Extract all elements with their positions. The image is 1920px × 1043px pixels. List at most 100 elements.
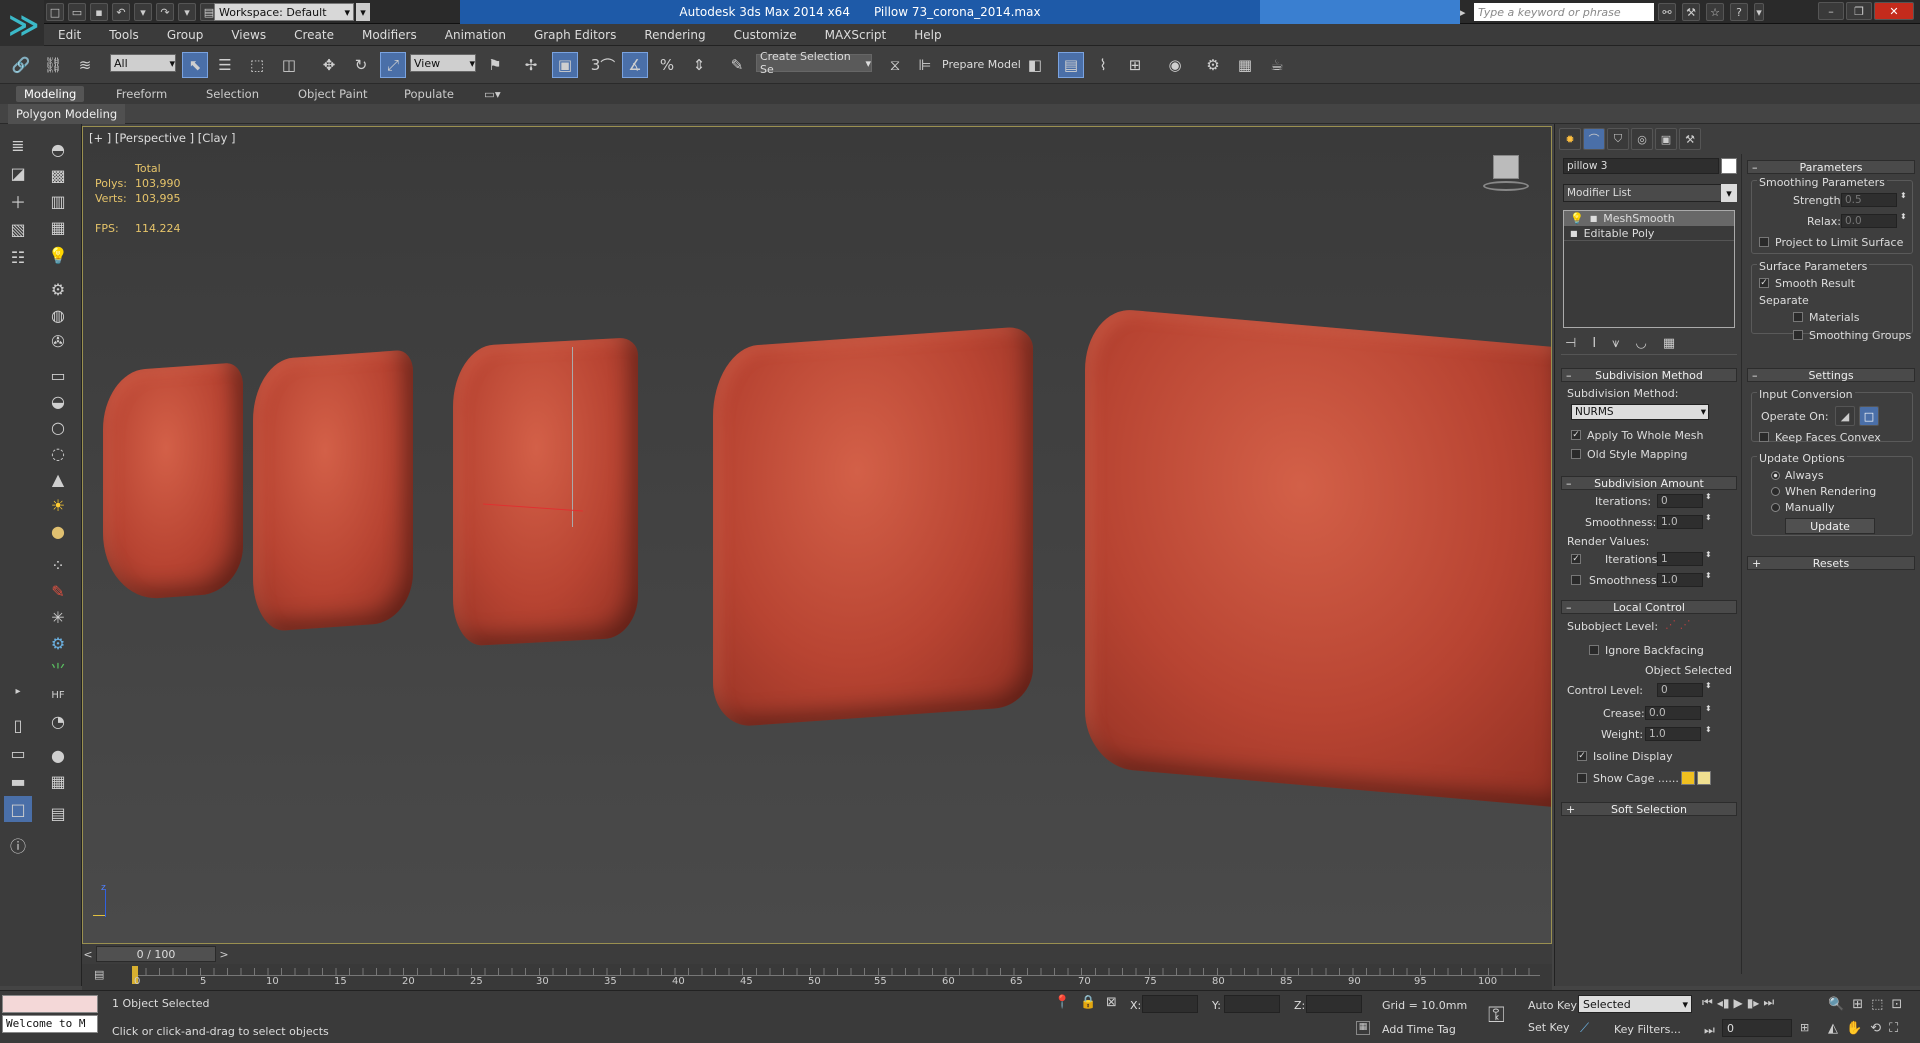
menu-graph-editors[interactable]: Graph Editors	[520, 24, 630, 46]
spinner-arrows-icon[interactable]: ⬍	[1900, 191, 1907, 200]
document-icon[interactable]: ▥	[44, 188, 72, 214]
light-bulb-icon[interactable]: 💡	[44, 242, 72, 268]
rendered-frame-window-icon[interactable]: ▦	[1232, 52, 1258, 78]
toggle-ribbon-icon[interactable]: ▤	[1058, 52, 1084, 78]
help-circle-icon[interactable]: ⓘ	[4, 832, 32, 858]
keyboard-shortcut-override-icon[interactable]: ▣	[552, 52, 578, 78]
torus-icon[interactable]: ◌	[44, 440, 72, 466]
modify-tab-icon[interactable]: ⌒	[1583, 128, 1605, 150]
render-teapot-icon[interactable]: ☕	[1264, 52, 1290, 78]
next-frame-icon[interactable]: ▮▸	[1747, 996, 1760, 1010]
scene-explorer-icon[interactable]: ≣	[4, 132, 32, 158]
rectangular-selection-icon[interactable]: ⬚	[244, 52, 270, 78]
object-color-swatch[interactable]	[1721, 158, 1737, 174]
viewport-layout-2-icon[interactable]: ▭	[4, 740, 32, 766]
key-mode-toggle-icon[interactable]: ⏭	[1704, 1023, 1715, 1038]
add-time-tag[interactable]: Add Time Tag	[1382, 1023, 1456, 1036]
when-rendering-radio[interactable]	[1771, 487, 1780, 496]
go-to-end-icon[interactable]: ⏭	[1763, 995, 1774, 1010]
tab-object-paint[interactable]: Object Paint	[290, 86, 376, 102]
spinner-arrows-icon[interactable]: ⬍	[1705, 513, 1712, 522]
binoculars-icon[interactable]: ⚯	[1658, 3, 1676, 21]
render-iterations-spinner[interactable]: 1	[1657, 552, 1703, 566]
link-icon[interactable]: 🔗	[8, 52, 34, 78]
tab-populate[interactable]: Populate	[396, 86, 462, 102]
remove-modifier-icon[interactable]: ◡	[1636, 336, 1647, 351]
local-control-rollout[interactable]: – Local Control	[1561, 600, 1737, 614]
pillow-2[interactable]	[253, 349, 413, 633]
stack-item-editable-poly[interactable]: ■ Editable Poly	[1564, 226, 1734, 241]
default-tangents-icon[interactable]: ⟋	[1580, 1021, 1589, 1036]
pin-stack-icon[interactable]: ⊣	[1565, 336, 1576, 351]
pillow-4[interactable]	[713, 325, 1033, 729]
render-smoothness-checkbox[interactable]	[1571, 575, 1581, 585]
object-name-input[interactable]: pillow 3	[1563, 158, 1719, 174]
explorer-filter-icon[interactable]: ☷	[4, 244, 32, 270]
paint-icon[interactable]: ✎	[44, 578, 72, 604]
spinner-arrows-icon[interactable]: ⬍	[1705, 681, 1712, 690]
cage-color-swatch-1[interactable]	[1681, 771, 1695, 785]
menu-group[interactable]: Group	[153, 24, 218, 46]
go-to-start-icon[interactable]: ⏮	[1702, 995, 1713, 1010]
iterations-spinner[interactable]: 0	[1657, 494, 1703, 508]
operate-on-triangles-icon[interactable]: ◢	[1835, 406, 1855, 426]
close-icon[interactable]: ✕	[1874, 2, 1914, 20]
pillow-1[interactable]	[103, 362, 243, 602]
tripod-icon[interactable]: ◍	[44, 302, 72, 328]
view-cube-box[interactable]	[1493, 155, 1519, 179]
project-limit-checkbox[interactable]	[1759, 237, 1769, 247]
menu-views[interactable]: Views	[217, 24, 280, 46]
subdivision-amount-rollout[interactable]: – Subdivision Amount	[1561, 476, 1737, 490]
subobject-vertex-icon[interactable]: ⋰ ⋰	[1665, 618, 1691, 631]
motion-tab-icon[interactable]: ◎	[1631, 128, 1653, 150]
selection-lock-icon[interactable]: 🔒	[1080, 995, 1096, 1010]
perspective-viewport[interactable]: [+ ] [Perspective ] [Clay ] Total Polys:…	[82, 126, 1552, 944]
manually-radio[interactable]	[1771, 503, 1780, 512]
resets-rollout[interactable]: + Resets	[1747, 556, 1915, 570]
pivot-center-icon[interactable]: ⚑	[482, 52, 508, 78]
particles-icon[interactable]: ⁘	[44, 552, 72, 578]
render-iterations-checkbox[interactable]: ✓	[1571, 554, 1581, 564]
save-file-icon[interactable]: ▪	[90, 3, 108, 21]
spinner-arrows-icon[interactable]: ⬍	[1705, 725, 1712, 734]
key-mode-dropdown[interactable]: Selected ▾	[1578, 995, 1692, 1013]
z-coordinate-field[interactable]	[1306, 995, 1362, 1013]
save-scene-icon[interactable]: ▤	[44, 800, 72, 826]
absolute-mode-icon[interactable]: ⊠	[1106, 995, 1117, 1010]
image-plane-icon[interactable]: ▩	[44, 162, 72, 188]
menu-create[interactable]: Create	[280, 24, 348, 46]
menu-maxscript[interactable]: MAXScript	[811, 24, 901, 46]
tab-freeform[interactable]: Freeform	[108, 86, 175, 102]
play-icon[interactable]: ▶	[1733, 996, 1742, 1010]
subdivision-method-dropdown[interactable]: NURMS ▾	[1571, 404, 1709, 420]
unlink-icon[interactable]: ⛓	[40, 52, 66, 78]
tab-selection[interactable]: Selection	[198, 86, 267, 102]
update-button[interactable]: Update	[1785, 518, 1875, 534]
menu-help[interactable]: Help	[900, 24, 955, 46]
create-plus-icon[interactable]: ＋	[4, 188, 32, 214]
time-slider-thumb[interactable]: 0 / 100	[96, 946, 216, 962]
separate-materials-checkbox[interactable]	[1793, 312, 1803, 322]
current-frame-field[interactable]: 0	[1722, 1019, 1792, 1037]
show-cage-checkbox[interactable]	[1577, 773, 1587, 783]
menu-modifiers[interactable]: Modifiers	[348, 24, 431, 46]
key-icon[interactable]: ⚿	[1488, 1003, 1505, 1028]
subscription-icon[interactable]: ⚒	[1682, 3, 1700, 21]
parameters-rollout[interactable]: – Parameters	[1747, 160, 1915, 174]
separate-smoothing-groups-checkbox[interactable]	[1793, 330, 1803, 340]
isoline-display-checkbox[interactable]: ✓	[1577, 751, 1587, 761]
schematic-view-icon[interactable]: ⊞	[1122, 52, 1148, 78]
workspace-dropdown[interactable]: Workspace: Default ▾	[214, 3, 354, 21]
zoom-all-icon[interactable]: ⊞	[1852, 997, 1863, 1012]
mini-curve-editor-icon[interactable]: ▤	[94, 968, 112, 984]
pillow-5[interactable]	[1085, 306, 1551, 808]
angle-snap-icon[interactable]: ∡	[622, 52, 648, 78]
gold-sphere-icon[interactable]: ●	[44, 518, 72, 544]
menu-customize[interactable]: Customize	[720, 24, 811, 46]
layer-explorer-icon[interactable]: ◪	[4, 160, 32, 186]
favorites-star-icon[interactable]: ☆	[1706, 3, 1724, 21]
spinner-arrows-icon[interactable]: ⬍	[1705, 492, 1712, 501]
display-icon[interactable]: ▧	[4, 216, 32, 242]
cone-icon[interactable]: ▲	[44, 466, 72, 492]
window-crossing-icon[interactable]: ◫	[276, 52, 302, 78]
